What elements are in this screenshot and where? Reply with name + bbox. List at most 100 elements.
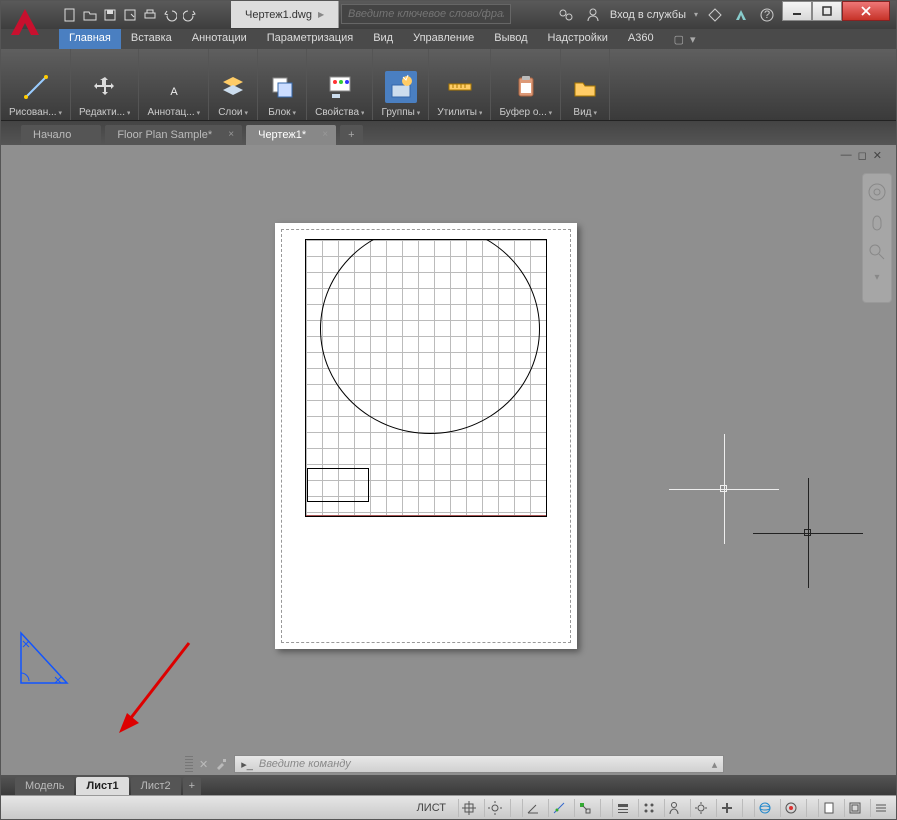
ribbon-panel-modify[interactable]: Редакти... xyxy=(71,49,139,120)
doc-tab-label: Начало xyxy=(33,129,71,141)
ribbon-tab[interactable]: Параметризация xyxy=(257,29,363,49)
nav-wheel-icon[interactable] xyxy=(867,182,887,202)
ribbon-dropdown-icon[interactable]: ▾ xyxy=(690,33,696,46)
ribbon-tab[interactable]: Управление xyxy=(403,29,484,49)
document-title-text: Чертеж1.dwg xyxy=(245,9,312,21)
infocenter-icon[interactable] xyxy=(558,6,576,24)
ucs-icon[interactable] xyxy=(15,625,79,689)
window-buttons xyxy=(782,1,890,21)
ribbon-panel-clipboard[interactable]: Буфер о... xyxy=(491,49,561,120)
doc-tab[interactable]: Floor Plan Sample*× xyxy=(105,125,242,145)
status-lwt-icon[interactable] xyxy=(612,799,632,817)
ribbon-panel-label: Свойства xyxy=(315,107,364,118)
app-logo-icon[interactable] xyxy=(7,5,43,41)
ribbon-tab[interactable]: Вид xyxy=(363,29,403,49)
status-angle-icon[interactable] xyxy=(522,799,542,817)
ribbon-tab[interactable]: Надстройки xyxy=(538,29,618,49)
vp-maximize-icon[interactable]: ◻ xyxy=(858,149,867,162)
doc-tab[interactable]: Начало xyxy=(21,125,101,145)
qat-undo-icon[interactable] xyxy=(161,6,179,24)
vp-close-icon[interactable]: ✕ xyxy=(873,149,882,162)
ribbon-panel-block[interactable]: Блок xyxy=(258,49,307,120)
measure-icon xyxy=(444,71,476,103)
ribbon-panel-view[interactable]: Вид xyxy=(561,49,610,120)
qat-save-icon[interactable] xyxy=(101,6,119,24)
search-input[interactable] xyxy=(341,4,511,24)
status-maxvp-icon[interactable] xyxy=(844,799,864,817)
ribbon-panel-draw[interactable]: Рисован... xyxy=(1,49,71,120)
qat-open-icon[interactable] xyxy=(81,6,99,24)
status-customize-icon[interactable] xyxy=(870,799,890,817)
layout-tab[interactable]: Лист2 xyxy=(131,777,181,795)
viewport-frame[interactable] xyxy=(305,239,547,517)
featured-apps-icon[interactable]: ▢ xyxy=(674,33,684,46)
qat-saveas-icon[interactable] xyxy=(121,6,139,24)
ribbon-tab[interactable]: Вставка xyxy=(121,29,182,49)
qat-redo-icon[interactable] xyxy=(181,6,199,24)
cmd-close-icon[interactable]: ✕ xyxy=(199,758,208,771)
layout-tab[interactable]: Лист1 xyxy=(76,777,128,795)
cmd-customize-icon[interactable] xyxy=(214,757,228,771)
ribbon-panel-properties[interactable]: Свойства xyxy=(307,49,373,120)
vp-minimize-icon[interactable]: — xyxy=(841,149,852,162)
drawing-area[interactable]: — ◻ ✕ ▾ xyxy=(1,145,896,753)
status-scale-icon[interactable] xyxy=(664,799,684,817)
block-icon xyxy=(266,71,298,103)
ribbon-panel-annotation[interactable]: AАннотац... xyxy=(139,49,209,120)
autodesk-logo-icon[interactable] xyxy=(732,6,750,24)
doc-tab-add[interactable]: + xyxy=(340,125,362,145)
close-icon[interactable]: × xyxy=(228,129,234,140)
move-icon xyxy=(89,71,121,103)
status-gear-icon[interactable] xyxy=(690,799,710,817)
status-paper-icon[interactable] xyxy=(818,799,838,817)
command-placeholder: Введите команду xyxy=(259,758,351,770)
command-input[interactable]: ▸_ Введите команду ▴ xyxy=(234,755,724,773)
layout-tab-model[interactable]: Модель xyxy=(15,777,74,795)
ribbon-tab[interactable]: Вывод xyxy=(484,29,537,49)
nav-zoom-icon[interactable] xyxy=(867,242,887,262)
qat-print-icon[interactable] xyxy=(141,6,159,24)
status-mode[interactable]: ЛИСТ xyxy=(411,799,452,817)
groups-icon xyxy=(385,71,417,103)
status-plus-icon[interactable] xyxy=(716,799,736,817)
ribbon-panel-label: Блок xyxy=(268,107,296,118)
nav-pan-icon[interactable] xyxy=(867,212,887,232)
ribbon-panel-label: Рисован... xyxy=(9,107,62,118)
ribbon-tabs: Главная Вставка Аннотации Параметризация… xyxy=(1,29,896,49)
ribbon-tab[interactable]: Аннотации xyxy=(182,29,257,49)
layout-paper xyxy=(275,223,577,649)
ribbon-panel-utilities[interactable]: Утилиты xyxy=(429,49,491,120)
line-icon xyxy=(20,71,52,103)
user-icon[interactable] xyxy=(584,6,602,24)
status-osnap-icon[interactable] xyxy=(574,799,594,817)
ribbon-panel-layers[interactable]: Слои xyxy=(209,49,258,120)
drawing-circle xyxy=(320,224,540,434)
close-button[interactable] xyxy=(842,1,890,21)
layers-icon xyxy=(217,71,249,103)
status-globe-icon[interactable] xyxy=(754,799,774,817)
ribbon-tab[interactable]: A360 xyxy=(618,29,664,49)
status-isolate-icon[interactable] xyxy=(780,799,800,817)
status-sun-icon[interactable] xyxy=(484,799,504,817)
signin-link[interactable]: Вход в службы xyxy=(610,9,686,21)
nav-more-icon[interactable]: ▾ xyxy=(874,272,879,283)
ribbon-panel-label: Слои xyxy=(218,107,248,118)
qat-new-icon[interactable] xyxy=(61,6,79,24)
status-polar-icon[interactable] xyxy=(548,799,568,817)
doc-tab[interactable]: Чертеж1*× xyxy=(246,125,336,145)
status-points-icon[interactable] xyxy=(638,799,658,817)
ribbon-tab[interactable]: Главная xyxy=(59,29,121,49)
ribbon-panel-groups[interactable]: Группы xyxy=(373,49,429,120)
exchange-icon[interactable] xyxy=(706,6,724,24)
cmd-drag-handle-icon[interactable] xyxy=(185,756,193,772)
close-icon[interactable]: × xyxy=(322,129,328,140)
cmd-history-up-icon[interactable]: ▴ xyxy=(712,758,718,771)
ribbon-panel-label: Вид xyxy=(573,107,597,118)
drawing-rectangle xyxy=(307,468,369,502)
status-target-icon[interactable] xyxy=(458,799,478,817)
maximize-button[interactable] xyxy=(812,1,842,21)
minimize-button[interactable] xyxy=(782,1,812,21)
layout-tab-add[interactable]: + xyxy=(183,777,201,795)
help-icon[interactable]: ? xyxy=(758,6,776,24)
ribbon: Рисован... Редакти... AАннотац... Слои Б… xyxy=(1,49,896,121)
